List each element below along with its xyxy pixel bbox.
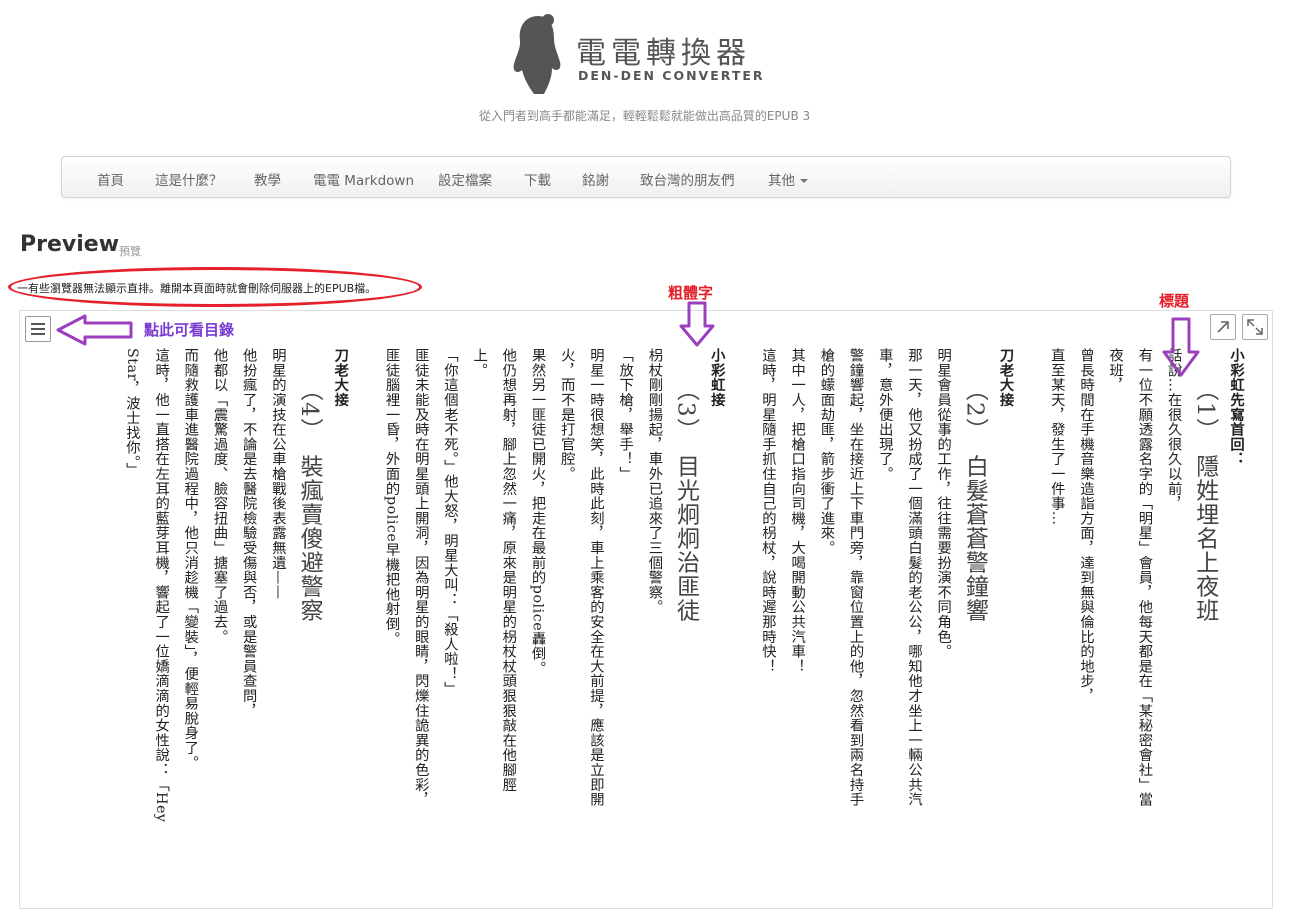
epub-preview-content: 小彩虹先寫首回： （1） 隱姓埋名上夜班 話說…在很久很久以前， 有一位不願透露名字的… [38, 348, 1250, 900]
paragraph-line: 匪徒腦裡一昏，外面的police早機把他射倒。 [383, 348, 400, 646]
nav-other-dropdown[interactable]: 其他 [768, 169, 808, 189]
logo-title-en: DEN-DEN CONVERTER [578, 68, 765, 83]
tagline: 從入門者到高手都能滿足，輕輕鬆鬆就能做出高品質的EPUB 3 [478, 109, 811, 123]
chapter-heading: （2） 白髮蒼蒼警鐘響 [961, 378, 988, 623]
paragraph-line: 火，而不是打官腔。 [558, 348, 575, 482]
fullscreen-icon [1247, 319, 1263, 335]
page-title: Preview [20, 232, 120, 257]
paragraph-line: 直至某天，發生了一件事… [1048, 348, 1065, 526]
navbar: 首頁 這是什麼？ 教學 電電 Markdown 設定檔案 下載 銘謝 致台灣的朋… [61, 156, 1231, 198]
open-external-icon [1217, 321, 1229, 333]
fullscreen-button[interactable] [1242, 314, 1268, 340]
paragraph-line: 車，意外便出現了。 [876, 348, 893, 482]
paragraph-line: 上。 [471, 348, 488, 378]
chapter-heading: （3） 目光炯炯治匪徒 [672, 378, 699, 623]
author-bold-line: 小彩虹接 [708, 348, 725, 408]
open-external-button[interactable] [1210, 314, 1236, 340]
paragraph-line: 有一位不願透露名字的「明星」會員，他每天都是在「某秘密會社」當 [1136, 348, 1153, 807]
nav-thanks[interactable]: 銘謝 [582, 169, 609, 189]
page-subtitle: 預覽 [119, 245, 141, 258]
author-bold-line: 刀老大接 [997, 348, 1014, 408]
paragraph-line: 槍的蠓面劫匪，箭步衝了進來。 [818, 348, 835, 556]
paragraph-line: 這時，明星隨手抓住自己的枴杖，說時遲那時快！ [759, 348, 776, 674]
paragraph-line: 「你這個老不死。」他大怒，明星大叫：「殺人啦！」 [441, 348, 458, 697]
caret-down-icon [800, 179, 808, 183]
chapter-heading: （1） 隱姓埋名上夜班 [1191, 378, 1218, 623]
paragraph-line: 曾長時間在手機音樂造詣方面，達到無與倫比的地步， [1077, 348, 1094, 704]
paragraph-line: 其中一人，把槍口指向司機，大喝開動公共汽車！ [789, 348, 806, 674]
annotation-oval [8, 267, 422, 307]
nav-settings[interactable]: 設定檔案 [438, 169, 492, 189]
author-bold-line: 小彩虹先寫首回： [1228, 348, 1244, 467]
annotation-heading-label: 標題 [1159, 292, 1190, 310]
paragraph-line: 他都以「震驚過度、臉容扭曲」搪塞了過去。 [211, 348, 228, 644]
nav-tutorial[interactable]: 教學 [254, 169, 281, 189]
nav-home[interactable]: 首頁 [97, 169, 124, 189]
nav-download[interactable]: 下載 [524, 169, 551, 189]
paragraph-line: 明星會員從事的工作，往往需要扮演不同角色。 [935, 348, 952, 659]
paragraph-line: Star，波士找你。」 [123, 348, 140, 478]
paragraph-line: 「放下槍，舉手！」 [617, 348, 634, 482]
annotation-toc-label: 點此可看目錄 [144, 321, 235, 339]
annotation-arrow-down-icon [679, 301, 715, 347]
paragraph-line: 他扮瘋了，不論是去醫院檢驗受傷與否，或是警員查問， [240, 348, 257, 718]
author-bold-line: 刀老大接 [332, 348, 349, 408]
toc-button[interactable] [25, 316, 51, 342]
logo-mascot-icon [513, 14, 561, 94]
chapter-heading: （4） 裝瘋賣傻避警察 [296, 378, 323, 623]
paragraph-line: 這時，他一直搭在左耳的藍芽耳機，響起了一位嬌滴滴的女性說：「Hey [153, 348, 170, 823]
paragraph-line: 他仍想再射，腳上忽然一痛，原來是明星的枴杖杖頭狠狠敲在他腳脛 [500, 348, 517, 792]
nav-about[interactable]: 這是什麼？ [155, 169, 223, 189]
paragraph-line: 果然另一匪徒已開火，把走在最前的police轟倒。 [529, 348, 546, 676]
paragraph-line: 夜班， [1107, 348, 1124, 393]
paragraph-line: 匪徒未能及時在明星頭上開洞，因為明星的眼睛，閃爍住詭異的色彩， [412, 348, 429, 807]
paragraph-line: 話說…在很久很久以前， [1165, 348, 1182, 511]
paragraph-line: 而隨救護車進醫院過程中，他只消趁機「變裝」，便輕易脫身了。 [182, 348, 199, 771]
nav-markdown[interactable]: 電電 Markdown [313, 169, 414, 189]
logo[interactable]: 電電轉換器 DEN-DEN CONVERTER [508, 12, 768, 98]
nav-taiwan[interactable]: 致台灣的朋友們 [640, 169, 735, 189]
logo-title-cn: 電電轉換器 [576, 36, 751, 71]
paragraph-line: 警鐘響起，坐在接近上下車門旁，靠窗位置上的他，忽然看到兩名持手 [847, 348, 864, 807]
paragraph-line: 明星的演技在公車槍戰後表露無遺—— [269, 348, 286, 600]
nav-other-label: 其他 [768, 173, 795, 189]
paragraph-line: 明星一時很想笑，此時此刻，車上乘客的安全在大前提，應該是立即開 [587, 348, 604, 807]
paragraph-line: 枴杖剛剛揚起，車外已追來了三個警察。 [646, 348, 663, 615]
paragraph-line: 那一天，他又扮成了一個滿頭白髮的老公公，哪知他才坐上一輛公共汽 [905, 348, 922, 807]
annotation-arrow-left-icon [56, 314, 133, 346]
annotation-arrow-down-icon [1162, 317, 1200, 377]
